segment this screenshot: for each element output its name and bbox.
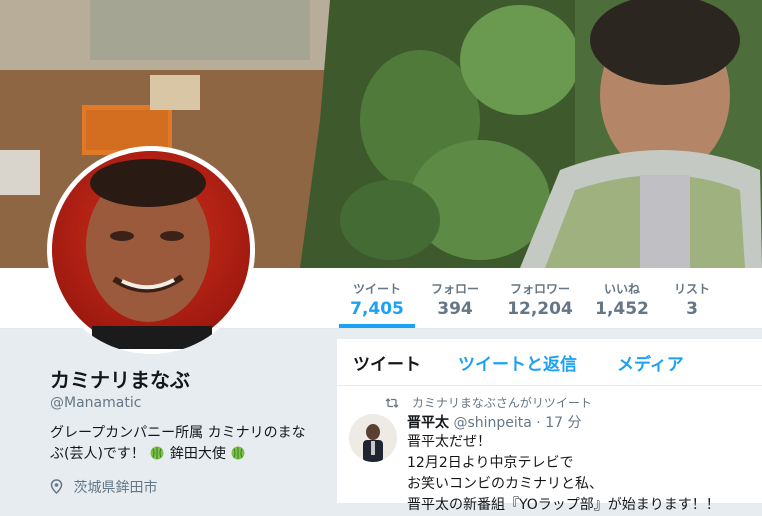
profile-card: カミナリまなぶ @Manamatic グレープカンパニー所属 カミナリのまな ぶ… [0, 329, 318, 503]
stat-followers[interactable]: フォロワー 12,204 [498, 268, 582, 328]
profile-location: 茨城県鉾田市 [50, 477, 157, 497]
location-pin-icon [50, 479, 63, 494]
bio-line: ぶ(芸人)です！ 鉾田大使 [50, 444, 290, 465]
stat-label: いいね [603, 282, 640, 296]
tweet-text-line: 12月2日より中京テレビで [407, 455, 574, 471]
stat-value: 3 [686, 299, 698, 319]
tweet-avatar[interactable] [349, 414, 397, 462]
stat-value: 7,405 [350, 299, 404, 319]
tweet-header: 晋平太 @shinpeita · 17 分 [407, 412, 581, 432]
melon-icon [231, 446, 245, 460]
tweet-fullname[interactable]: 晋平太 [407, 415, 449, 431]
avatar-image [52, 151, 250, 349]
stat-value: 394 [437, 299, 473, 319]
location-text: 茨城県鉾田市 [73, 480, 158, 496]
profile-bio: グレープカンパニー所属 カミナリのまな ぶ(芸人)です！ 鉾田大使 [50, 423, 306, 465]
profile-name[interactable]: カミナリまなぶ [50, 364, 190, 393]
stat-label: リスト [673, 282, 710, 296]
tweet-text-line: お笑いコンビのカミナリと私、 [407, 476, 603, 492]
stat-likes[interactable]: いいね 1,452 [590, 268, 654, 328]
bio-text: ぶ(芸人)です！ [50, 446, 145, 462]
tweet-username[interactable]: @shinpeita [453, 415, 531, 431]
tweet-text-line: 晋平太の新番組『YOラップ部』が始まります！！ [407, 497, 720, 513]
retweet-icon [385, 398, 399, 408]
stat-following[interactable]: フォロー 394 [420, 268, 490, 328]
bio-text: 鉾田大使 [169, 446, 226, 462]
stat-label: フォロワー [509, 282, 570, 296]
stat-label: フォロー [430, 282, 479, 296]
tweet-text-line: 晋平太だぜ！ [407, 434, 491, 450]
tweet-time[interactable]: 17 分 [545, 415, 581, 431]
tweet-dot: · [536, 415, 541, 431]
tab-media[interactable]: メディア [617, 350, 684, 375]
timeline-tabs: ツイート ツイートと返信 メディア [337, 339, 762, 386]
tab-tweets-and-replies[interactable]: ツイートと返信 [458, 350, 577, 375]
tweet-avatar-image [349, 414, 397, 462]
timeline: ツイート ツイートと返信 メディア カミナリまなぶさんがリツイート 晋平太 @s… [337, 339, 762, 513]
stat-tweets[interactable]: ツイート 7,405 [339, 268, 415, 328]
tweet-text: 晋平太だぜ！ 12月2日より中京テレビで お笑いコンビのカミナリと私、 晋平太の… [407, 432, 720, 516]
profile-handle[interactable]: @Manamatic [50, 395, 141, 411]
profile-avatar[interactable] [47, 146, 255, 354]
melon-icon [150, 446, 164, 460]
tab-tweets[interactable]: ツイート [353, 350, 421, 375]
retweet-context: カミナリまなぶさんがリツイート [385, 394, 592, 411]
bio-line: グレープカンパニー所属 カミナリのまな [50, 425, 306, 441]
stat-value: 1,452 [595, 299, 649, 319]
stat-value: 12,204 [507, 299, 573, 319]
stat-label: ツイート [352, 282, 401, 296]
tweet[interactable]: カミナリまなぶさんがリツイート 晋平太 @shinpeita · 17 分 晋平… [337, 386, 762, 513]
retweet-context-text[interactable]: カミナリまなぶさんがリツイート [412, 396, 592, 410]
stat-lists[interactable]: リスト 3 [662, 268, 722, 328]
